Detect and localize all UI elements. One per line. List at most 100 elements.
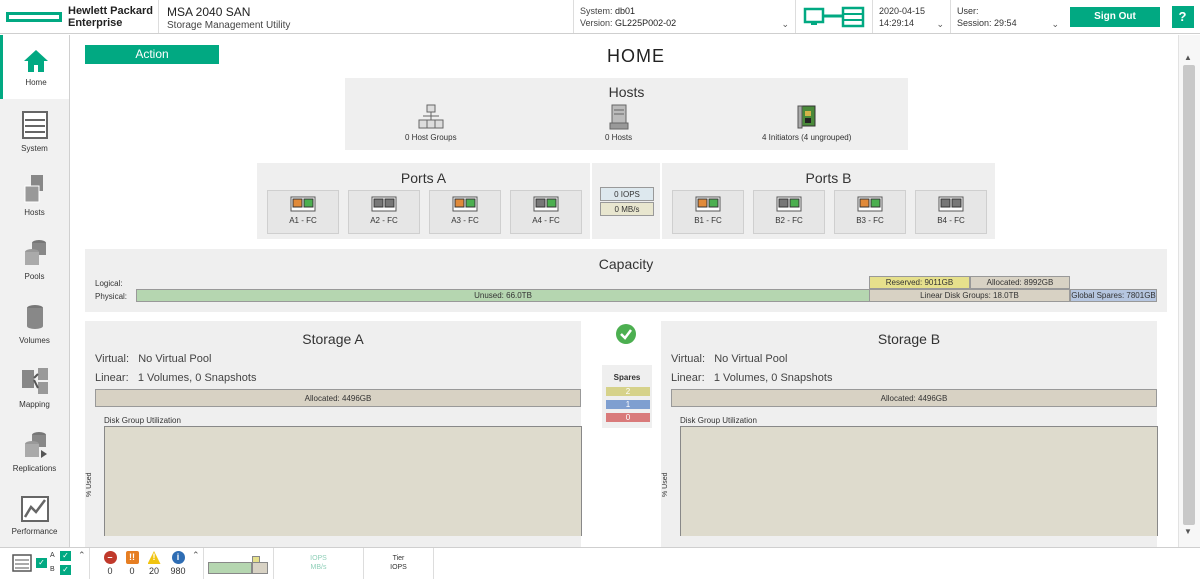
fc-port-icon (452, 196, 478, 212)
host-groups-item[interactable]: 0 Host Groups (405, 104, 457, 142)
brand-line1: Hewlett Packard (68, 4, 153, 17)
replications-icon (24, 431, 47, 458)
date-value: 2020-04-15 (879, 6, 926, 16)
port-b1[interactable]: B1 - FC (672, 190, 744, 234)
hpe-logo-icon (6, 11, 62, 22)
time-value: 14:29:14 (879, 18, 915, 28)
warning-count: 20 (148, 566, 159, 576)
sidebar-item-home[interactable]: Home (0, 35, 69, 99)
checkmark-icon: ✓ (36, 558, 47, 568)
chevron-up-icon[interactable]: ⌃ (78, 550, 86, 561)
scroll-up-icon[interactable]: ▲ (1184, 53, 1192, 62)
info-alert: i 980 (168, 551, 188, 576)
system-label: System: (580, 6, 613, 16)
disk-group-utilization-chart[interactable] (104, 426, 582, 536)
hosts-item[interactable]: 0 Hosts (605, 104, 632, 142)
disk-group-utilization-chart[interactable] (680, 426, 1158, 536)
storage-b-panel: Storage B Virtual: No Virtual Pool Linea… (661, 321, 1158, 547)
capacity-mini-bar[interactable] (204, 548, 274, 579)
port-a2[interactable]: A2 - FC (348, 190, 420, 234)
host-server-icon (609, 104, 629, 130)
capacity-panel: Capacity Logical: Physical: Reserved: 90… (85, 249, 1167, 312)
sidebar-item-label: System (21, 143, 48, 153)
iops-value: 0 IOPS (600, 187, 654, 201)
perf-mini[interactable]: IOPS MB/s (274, 548, 364, 579)
port-label: B4 - FC (937, 216, 965, 225)
controller-status[interactable]: ✓ A ✓ B ✓ ⌃ (0, 548, 90, 579)
sidebar-item-system[interactable]: System (0, 99, 69, 163)
brand-logo: Hewlett Packard Enterprise (0, 0, 158, 33)
main-content: Action HOME Hosts 0 Host Groups 0 Hosts … (72, 35, 1178, 547)
sidebar-item-volumes[interactable]: Volumes (0, 291, 69, 355)
port-label: A2 - FC (370, 216, 398, 225)
date-time-dropdown[interactable]: 2020-04-15 14:29:14 ⌄ (872, 0, 950, 33)
info-icon: i (171, 551, 185, 564)
chevron-down-icon[interactable]: ⌄ (1051, 18, 1059, 30)
port-a3[interactable]: A3 - FC (429, 190, 501, 234)
port-b2[interactable]: B2 - FC (753, 190, 825, 234)
chevron-up-icon[interactable]: ⌃ (192, 550, 200, 561)
user-info-dropdown[interactable]: User: Session: 29:54 ⌄ (950, 0, 1065, 33)
scroll-down-icon[interactable]: ▼ (1184, 527, 1192, 536)
volumes-icon (26, 304, 43, 329)
footer-status-bar: ✓ A ✓ B ✓ ⌃ – 0 !! 0 ! 20 i 980 ⌃ IOPS M… (0, 547, 1200, 579)
global-spares-bar[interactable]: Global Spares: 7801GB (1070, 289, 1157, 302)
logical-label: Logical: (95, 279, 123, 288)
brand-line2: Enterprise (68, 16, 123, 29)
linear-label: Linear: (671, 372, 705, 384)
sidebar-item-pools[interactable]: Pools (0, 227, 69, 291)
port-b3[interactable]: B3 - FC (834, 190, 906, 234)
product-subtitle: Storage Management Utility (167, 20, 291, 31)
hosts-panel[interactable]: Hosts 0 Host Groups 0 Hosts 4 Initiators… (345, 78, 908, 150)
tier-sub-label: IOPS (390, 564, 407, 571)
initiators-item[interactable]: 4 Initiators (4 ungrouped) (762, 104, 851, 142)
help-button[interactable]: ? (1171, 5, 1194, 28)
allocated-bar[interactable]: Allocated: 4496GB (95, 389, 581, 407)
port-a4[interactable]: A4 - FC (510, 190, 582, 234)
alerts-summary[interactable]: – 0 !! 0 ! 20 i 980 ⌃ (90, 548, 204, 579)
connection-status[interactable] (795, 0, 872, 33)
linear-disk-groups-bar[interactable]: Linear Disk Groups: 18.0TB (869, 289, 1070, 302)
port-label: B1 - FC (694, 216, 722, 225)
sidebar-item-replications[interactable]: Replications (0, 419, 69, 483)
chevron-down-icon[interactable]: ⌄ (781, 18, 789, 30)
sidebar-item-hosts[interactable]: Hosts (0, 163, 69, 227)
performance-summary[interactable]: 0 IOPS 0 MB/s (592, 163, 660, 239)
chevron-down-icon[interactable]: ⌄ (936, 18, 944, 30)
fc-port-icon (938, 196, 964, 212)
physical-label: Physical: (95, 292, 128, 301)
disk-group-utilization-label: Disk Group Utilization (680, 416, 757, 425)
port-label: A1 - FC (289, 216, 317, 225)
error-alert: !! 0 (122, 551, 142, 576)
tier-mini[interactable]: Tier IOPS (364, 548, 434, 579)
linear-line: Linear: 1 Volumes, 0 Snapshots (95, 372, 256, 384)
system-info-dropdown[interactable]: System: db01 Version: GL225P002-02 ⌄ (573, 0, 795, 33)
reserved-bar[interactable]: Reserved: 9011GB (869, 276, 970, 289)
scrollbar-thumb[interactable] (1183, 65, 1195, 525)
allocated-bar[interactable]: Allocated: 4496GB (671, 389, 1157, 407)
info-count: 980 (170, 566, 186, 576)
vertical-scrollbar[interactable]: ▲ ▼ (1178, 35, 1200, 547)
mbs-value: 0 MB/s (600, 202, 654, 216)
disk-group-utilization-label: Disk Group Utilization (104, 416, 181, 425)
unused-bar[interactable]: Unused: 66.0TB (136, 289, 870, 302)
sidebar-item-mapping[interactable]: Mapping (0, 355, 69, 419)
version-value: GL225P002-02 (615, 18, 677, 28)
error-icon: !! (125, 551, 139, 564)
port-b4[interactable]: B4 - FC (915, 190, 987, 234)
sidebar: Home System Hosts Pools Volumes Mapping … (0, 35, 70, 547)
virtual-label: Virtual: (671, 353, 706, 365)
sidebar-item-label: Performance (11, 526, 58, 536)
sidebar-item-label: Home (25, 77, 47, 87)
header: Hewlett Packard Enterprise MSA 2040 SAN … (0, 0, 1200, 34)
spares-panel[interactable]: Spares 2 1 0 (602, 365, 652, 428)
ports-b-panel: Ports B B1 - FC B2 - FC B3 - FC B4 - FC (662, 163, 995, 239)
checkmark-icon: ✓ (60, 551, 71, 561)
port-a1[interactable]: A1 - FC (267, 190, 339, 234)
fc-port-icon (776, 196, 802, 212)
sidebar-item-label: Hosts (24, 207, 45, 217)
sign-out-button[interactable]: Sign Out (1070, 6, 1160, 27)
allocated-bar[interactable]: Allocated: 8992GB (970, 276, 1070, 289)
sidebar-item-performance[interactable]: Performance (0, 483, 69, 547)
critical-alert: – 0 (100, 551, 120, 576)
